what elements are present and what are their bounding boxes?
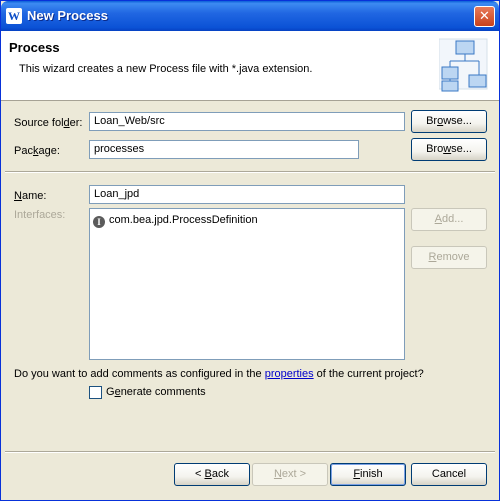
- page-title: Process: [9, 40, 60, 55]
- cancel-button[interactable]: Cancel: [411, 463, 487, 486]
- browse-package-button[interactable]: Browse...: [411, 138, 487, 161]
- page-description: This wizard creates a new Process file w…: [19, 63, 313, 75]
- remove-interface-button[interactable]: Remove: [411, 246, 487, 269]
- new-process-dialog: W New Process ✕ Process This wizard crea…: [0, 0, 500, 501]
- process-diagram-icon: [439, 38, 488, 92]
- interface-icon: I: [93, 216, 105, 228]
- name-input[interactable]: Loan_jpd: [89, 185, 405, 204]
- source-folder-input[interactable]: Loan_Web/src: [89, 112, 405, 131]
- source-folder-label: Source folder:: [14, 117, 83, 129]
- finish-button[interactable]: Finish: [330, 463, 406, 486]
- list-item[interactable]: Icom.bea.jpd.ProcessDefinition: [93, 214, 258, 230]
- package-label: Package:: [14, 145, 60, 157]
- name-label: Name:: [14, 190, 47, 202]
- window-title: New Process: [27, 8, 108, 23]
- add-interface-button[interactable]: Add...: [411, 208, 487, 231]
- next-button[interactable]: Next >: [252, 463, 328, 486]
- package-input[interactable]: processes: [89, 140, 359, 159]
- interface-label: com.bea.jpd.ProcessDefinition: [109, 214, 258, 226]
- interfaces-label: Interfaces:: [14, 209, 66, 221]
- comments-question: Do you want to add comments as configure…: [14, 368, 424, 380]
- interfaces-list[interactable]: Icom.bea.jpd.ProcessDefinition: [89, 208, 405, 360]
- separator: [5, 171, 495, 173]
- wizard-header: Process This wizard creates a new Proces…: [1, 31, 499, 101]
- properties-link[interactable]: properties: [265, 368, 314, 380]
- back-button[interactable]: < Back: [174, 463, 250, 486]
- close-icon[interactable]: ✕: [474, 6, 495, 27]
- generate-comments-checkbox[interactable]: [89, 386, 102, 399]
- browse-source-folder-button[interactable]: Browse...: [411, 110, 487, 133]
- footer-separator: [5, 451, 495, 453]
- generate-comments-label[interactable]: Generate comments: [106, 386, 206, 398]
- weblogic-app-icon: W: [6, 8, 22, 24]
- title-bar[interactable]: W New Process ✕: [1, 1, 499, 31]
